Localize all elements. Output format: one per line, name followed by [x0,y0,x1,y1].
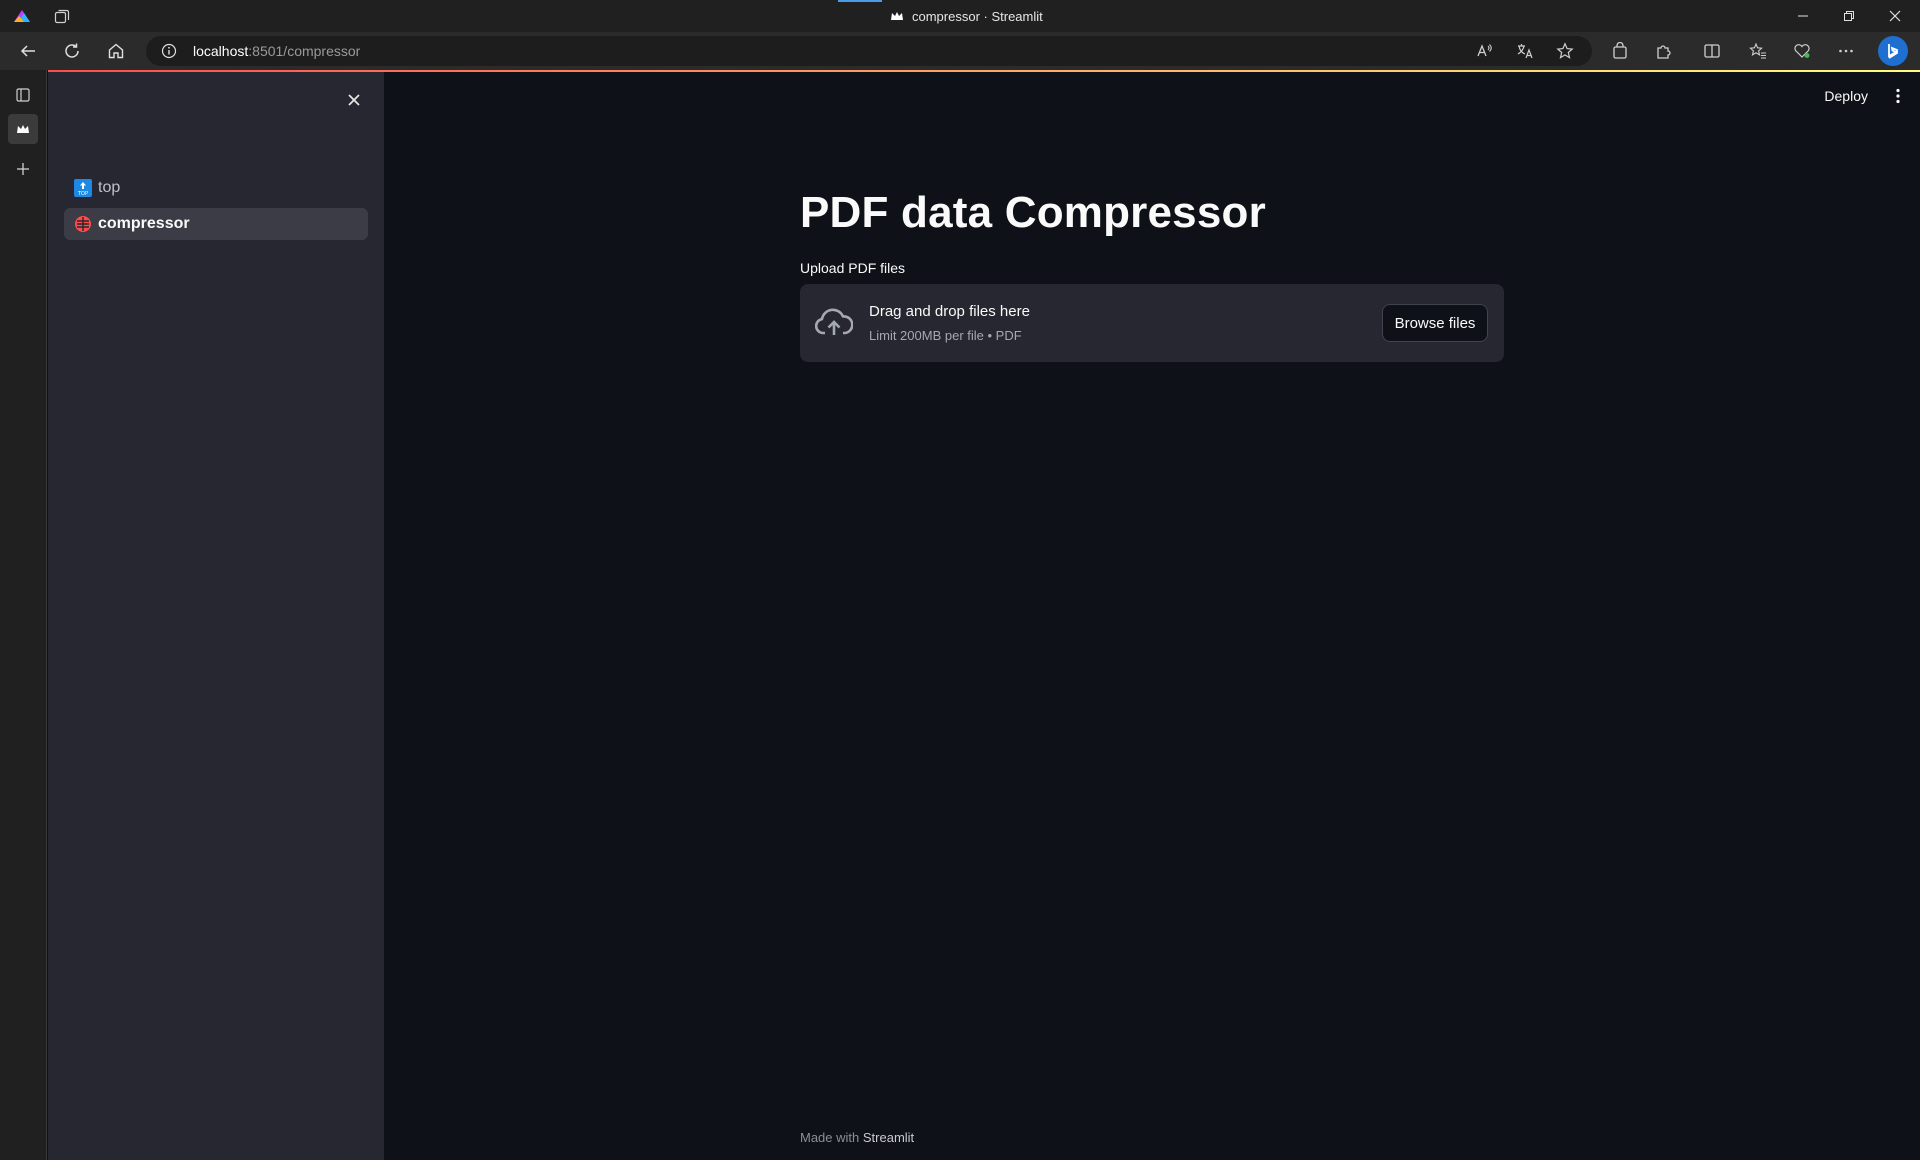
shopping-icon [1613,42,1627,59]
refresh-icon [65,43,79,58]
page-title: PDF data Compressor [800,188,1266,237]
translate-icon [1517,44,1533,59]
tab-actions-icon[interactable] [54,8,70,24]
browser-profile-icon[interactable] [13,8,31,24]
copilot-button[interactable] [1878,36,1908,66]
vertical-tab-strip [0,70,47,1160]
favorites-button[interactable] [1748,41,1768,61]
streamlit-crown-icon [891,12,903,20]
app-header: Deploy [1824,84,1920,108]
puzzle-icon [1657,45,1671,59]
sidebar-item-top[interactable]: TOP top [64,172,368,204]
active-tab-indicator [838,0,882,2]
more-menu-button[interactable] [1836,41,1856,61]
browse-files-button[interactable]: Browse files [1382,304,1488,342]
uploader-label: Upload PDF files [800,260,906,276]
vertical-tab-streamlit[interactable] [12,118,34,140]
close-window-button[interactable] [1872,0,1918,32]
sidebar-item-label: compressor [98,215,190,232]
close-icon [1889,10,1901,22]
tab-actions-menu[interactable] [12,84,34,106]
sidebar-item-label: top [98,179,121,196]
red-compressor-icon [74,215,92,233]
close-sidebar-button[interactable] [342,88,366,112]
extension-button[interactable] [1610,41,1630,61]
dropzone-instructions: Drag and drop files here [869,303,1030,320]
address-bar[interactable]: localhost:8501/compressor [146,36,1592,66]
extensions-button[interactable] [1654,41,1674,61]
footer: Made with Streamlit [800,1130,914,1145]
back-arrow-icon [20,45,35,57]
svg-text:TOP: TOP [77,191,88,197]
read-aloud-icon [1477,44,1492,57]
deploy-button[interactable]: Deploy [1824,88,1868,104]
back-button[interactable] [18,41,38,61]
browser-titlebar: compressor · Streamlit [0,0,1920,32]
restore-button[interactable] [1826,0,1872,32]
sidebar-item-compressor[interactable]: compressor [64,208,368,240]
streamlit-crown-icon [17,125,29,133]
sidebar: TOP top compressor [48,72,384,1160]
site-info-icon[interactable] [161,43,177,59]
tab-title: compressor · Streamlit [912,8,1043,24]
restore-icon [1844,11,1854,21]
vertical-tabs-icon [16,88,30,102]
split-screen-icon [1704,44,1720,58]
translate-button[interactable] [1516,42,1534,60]
more-vertical-icon [1896,88,1900,104]
streamlit-link[interactable]: Streamlit [863,1130,914,1145]
favorite-star-button[interactable] [1556,42,1574,60]
more-horizontal-icon [1839,49,1853,53]
plus-icon [17,163,29,175]
minimize-icon [1798,15,1808,17]
cloud-upload-icon [815,308,853,335]
url-text: localhost:8501/compressor [193,43,361,59]
browser-toolbar: localhost:8501/compressor [0,32,1920,70]
home-icon [108,43,124,59]
streamlit-app: TOP top compressor Deploy PDF data Compr… [48,70,1920,1160]
main-menu-button[interactable] [1886,84,1910,108]
read-aloud-button[interactable] [1476,42,1494,60]
footer-prefix: Made with [800,1130,860,1145]
new-tab-button[interactable] [12,158,34,180]
home-button[interactable] [106,41,126,61]
close-icon [348,94,360,106]
dropzone-limit: Limit 200MB per file • PDF [869,328,1022,343]
browser-essentials-button[interactable] [1792,41,1812,61]
refresh-button[interactable] [62,41,82,61]
favorites-icon [1749,42,1766,59]
minimize-button[interactable] [1780,0,1826,32]
heart-pulse-icon [1794,44,1810,58]
top-arrow-icon: TOP [74,179,92,197]
star-icon [1556,42,1574,59]
browser-tab[interactable]: compressor · Streamlit [890,0,1043,32]
bing-copilot-icon [1888,44,1899,59]
split-screen-button[interactable] [1702,41,1722,61]
file-dropzone[interactable]: Drag and drop files here Limit 200MB per… [800,284,1504,362]
